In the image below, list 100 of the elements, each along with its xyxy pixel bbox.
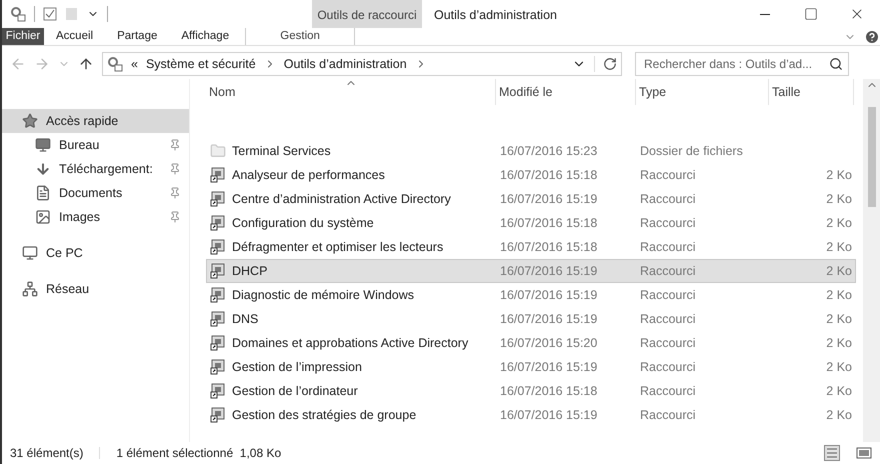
modified-date: 16/07/2016 15:18	[499, 382, 598, 400]
overflow-indicator[interactable]: «	[131, 54, 138, 74]
file-type: Raccourci	[639, 262, 697, 280]
file-size: 2 Ko	[826, 384, 852, 398]
app-shortcut-icon	[210, 359, 226, 375]
file-size: 2 Ko	[826, 360, 852, 374]
modified-date: 16/07/2016 15:20	[499, 334, 598, 352]
up-icon[interactable]	[78, 56, 94, 72]
app-shortcut-icon	[210, 287, 226, 303]
modified-date: 16/07/2016 15:19	[499, 310, 598, 328]
file-type: Raccourci	[639, 334, 697, 352]
breadcrumb[interactable]: Outils d’administration	[284, 54, 407, 74]
file-row[interactable]: Gestion des stratégies de groupe 16/07/2016 15:19 Raccourci 2 Ko	[206, 403, 856, 427]
file-type: Dossier de fichiers	[639, 142, 744, 160]
app-shortcut-icon	[210, 167, 226, 183]
file-type: Raccourci	[639, 382, 697, 400]
file-type: Raccourci	[639, 190, 697, 208]
file-name: Domaines et approbations Active Directory	[232, 334, 468, 352]
file-size: 2 Ko	[826, 192, 852, 206]
search-icon[interactable]	[829, 57, 843, 71]
sidebar-item[interactable]: Bureau	[2, 133, 189, 157]
ribbon-tab[interactable]: Affichage	[169, 28, 242, 45]
scrollbar[interactable]	[863, 79, 880, 442]
sidebar-item[interactable]: Téléchargement:	[2, 157, 189, 181]
app-shortcut-icon	[210, 239, 226, 255]
file-row[interactable]: Domaines et approbations Active Directory 16/07/2016 15:20 Raccourci 2 Ko	[206, 331, 856, 355]
sidebar-item[interactable]: Accès rapide	[2, 109, 189, 133]
file-name: Analyseur de performances	[232, 166, 385, 184]
help-icon[interactable]	[864, 28, 880, 44]
file-row[interactable]: Défragmenter et optimiser les lecteurs 16/07/2016 15:18 Raccourci 2 Ko	[206, 235, 856, 259]
file-type: Raccourci	[639, 310, 697, 328]
column-header[interactable]: Nom	[206, 79, 496, 105]
file-row[interactable]: Configuration du système 16/07/2016 15:18 Raccourci 2 Ko	[206, 211, 856, 235]
file-size: 2 Ko	[826, 264, 852, 278]
file-name: Gestion de l’ordinateur	[232, 382, 358, 400]
scrollbar-thumb[interactable]	[868, 107, 876, 207]
column-header[interactable]: Modifié le	[496, 79, 636, 105]
modified-date: 16/07/2016 15:18	[499, 166, 598, 184]
monitor-icon	[35, 137, 51, 153]
breadcrumb[interactable]: Système et sécurité	[146, 54, 256, 74]
download-icon	[35, 161, 51, 177]
file-name: DNS	[232, 310, 258, 328]
file-size: 2 Ko	[826, 216, 852, 230]
sidebar-item[interactable]: Ce PC	[2, 241, 189, 265]
star-icon	[22, 113, 38, 129]
column-header[interactable]: Taille	[769, 79, 854, 105]
modified-date: 16/07/2016 15:23	[499, 142, 598, 160]
modified-date: 16/07/2016 15:18	[499, 214, 598, 232]
file-type: Raccourci	[639, 166, 697, 184]
app-shortcut-icon	[210, 311, 226, 327]
file-type: Raccourci	[639, 358, 697, 376]
file-row[interactable]: Analyseur de performances 16/07/2016 15:18 Raccourci 2 Ko	[206, 163, 856, 187]
checkbox-icon[interactable]	[43, 7, 57, 21]
file-name: Diagnostic de mémoire Windows	[232, 286, 414, 304]
file-type: Raccourci	[639, 238, 697, 256]
context-tab-group: Outils de raccourci	[312, 0, 422, 28]
app-shortcut-icon	[210, 407, 226, 423]
file-row[interactable]: Centre d’administration Active Directory 16/07/2016 15:19 Raccourci 2 Ko	[206, 187, 856, 211]
app-shortcut-icon	[210, 215, 226, 231]
monitor-icon	[22, 245, 38, 261]
item-count: 31 élément(s)	[10, 445, 84, 462]
file-name: Terminal Services	[232, 142, 331, 160]
image-icon	[35, 209, 51, 225]
document-icon	[35, 185, 51, 201]
file-name: Gestion de l’impression	[232, 358, 362, 376]
file-type: Raccourci	[639, 214, 697, 232]
large-icons-view-icon[interactable]	[856, 445, 872, 461]
sidebar-item[interactable]: Documents	[2, 181, 189, 205]
refresh-icon[interactable]	[603, 57, 617, 71]
search-field[interactable]: Rechercher dans : Outils d’ad...	[635, 52, 849, 76]
address-bar[interactable]: « Système et sécurité Outils d’administration	[102, 52, 622, 76]
column-header[interactable]: Type	[636, 79, 769, 105]
file-size: 2 Ko	[826, 336, 852, 350]
file-row[interactable]: Gestion de l’ordinateur 16/07/2016 15:18 Raccourci 2 Ko	[206, 379, 856, 403]
modified-date: 16/07/2016 15:19	[499, 286, 598, 304]
ribbon-tab[interactable]: Partage	[105, 28, 170, 45]
file-row[interactable]: DNS 16/07/2016 15:19 Raccourci 2 Ko	[206, 307, 856, 331]
modified-date: 16/07/2016 15:19	[499, 190, 598, 208]
sidebar-item[interactable]: Réseau	[2, 277, 189, 301]
file-row[interactable]: Diagnostic de mémoire Windows 16/07/2016 15:19 Raccourci 2 Ko	[206, 283, 856, 307]
sidebar-item[interactable]: Images	[2, 205, 189, 229]
file-row[interactable]: DHCP 16/07/2016 15:19 Raccourci 2 Ko	[206, 259, 856, 283]
ribbon-tab[interactable]: Gestion	[245, 28, 356, 45]
ribbon-tab[interactable]: Fichier	[2, 28, 44, 45]
file-name: Configuration du système	[232, 214, 374, 232]
app-shortcut-icon	[210, 191, 226, 207]
file-size: 2 Ko	[826, 312, 852, 326]
modified-date: 16/07/2016 15:19	[499, 406, 598, 424]
file-name: Défragmenter et optimiser les lecteurs	[232, 238, 444, 256]
file-type: Raccourci	[639, 286, 697, 304]
maximize-icon	[804, 7, 818, 21]
file-row[interactable]: Terminal Services 16/07/2016 15:23 Dossier de fichiers	[206, 139, 856, 163]
file-type: Raccourci	[639, 406, 697, 424]
details-view-icon[interactable]	[824, 445, 840, 461]
modified-date: 16/07/2016 15:19	[499, 262, 598, 280]
ribbon-tab[interactable]: Accueil	[44, 28, 106, 45]
file-size: 2 Ko	[826, 240, 852, 254]
app-shortcut-icon	[210, 263, 226, 279]
modified-date: 16/07/2016 15:19	[499, 358, 598, 376]
file-row[interactable]: Gestion de l’impression 16/07/2016 15:19 Raccourci 2 Ko	[206, 355, 856, 379]
